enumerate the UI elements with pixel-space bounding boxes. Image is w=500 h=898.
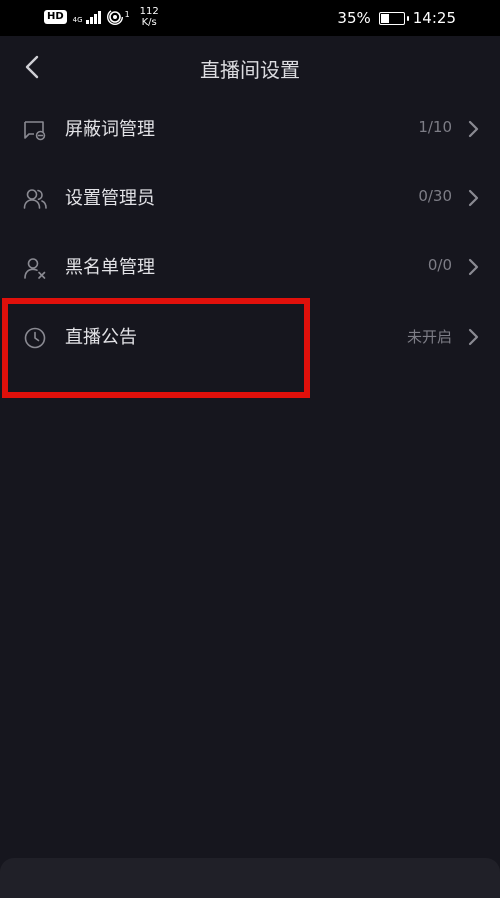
settings-item-value: 未开启	[406, 328, 452, 346]
speed-value: 112	[139, 6, 159, 17]
user-remove-icon	[24, 258, 46, 279]
hd-badge: HD	[44, 10, 67, 24]
settings-item-admins[interactable]: 设置管理员 0/30	[0, 164, 500, 233]
settings-item-blacklist[interactable]: 黑名单管理 0/0	[0, 233, 500, 302]
signal-icon: 4G	[73, 10, 101, 24]
settings-item-blocked-words[interactable]: 屏蔽词管理 1/10	[0, 95, 500, 164]
highlight-box	[2, 298, 310, 398]
status-left: HD 4G 1 112 K/s	[44, 6, 159, 28]
clock-time: 14:25	[412, 9, 456, 27]
hotspot-icon	[106, 9, 123, 25]
chevron-right-icon	[468, 328, 479, 346]
status-right: 35% 14:25	[337, 9, 456, 27]
settings-item-label: 屏蔽词管理	[65, 119, 155, 140]
chevron-right-icon	[468, 120, 479, 138]
message-block-icon	[24, 121, 46, 141]
speed-unit: K/s	[141, 17, 157, 28]
battery-percent: 35%	[337, 9, 371, 27]
chevron-right-icon	[468, 258, 479, 276]
page-title: 直播间设置	[200, 58, 300, 82]
hotspot-count: 1	[124, 9, 130, 19]
bottom-panel	[0, 858, 500, 898]
settings-item-value: 1/10	[418, 118, 452, 136]
users-icon	[23, 189, 47, 209]
network-speed: 112 K/s	[140, 6, 159, 28]
battery-icon	[378, 11, 409, 25]
settings-item-value: 0/30	[418, 187, 452, 205]
battery-fill	[380, 13, 390, 23]
settings-item-label: 黑名单管理	[65, 257, 155, 278]
header: 直播间设置	[0, 36, 500, 98]
network-type: 4G	[72, 16, 83, 24]
settings-item-value: 0/0	[427, 256, 452, 274]
chevron-right-icon	[468, 189, 479, 207]
status-bar: HD 4G 1 112 K/s 35% 14:25	[0, 0, 500, 36]
settings-item-label: 设置管理员	[65, 188, 155, 209]
